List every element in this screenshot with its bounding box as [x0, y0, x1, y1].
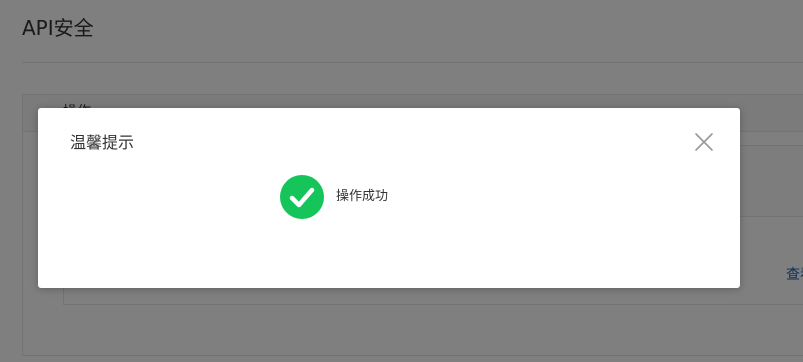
check-circle-icon	[280, 175, 324, 219]
dialog-close-button[interactable]	[692, 130, 716, 154]
check-mark-icon	[289, 187, 315, 208]
dialog-title: 温馨提示	[70, 133, 135, 152]
close-icon[interactable]	[692, 130, 716, 154]
dialog-message: 操作成功	[336, 189, 389, 204]
success-dialog: 温馨提示 操作成功	[38, 108, 740, 288]
